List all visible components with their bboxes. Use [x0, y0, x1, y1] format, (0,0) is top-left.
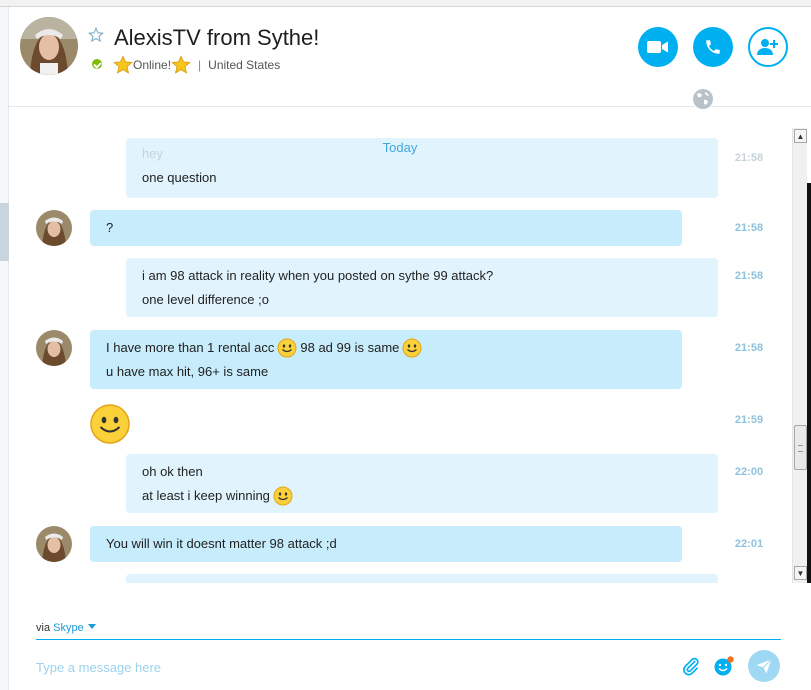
video-call-button[interactable] — [638, 27, 678, 67]
add-people-button[interactable] — [748, 27, 788, 67]
right-window-edge-top — [807, 128, 811, 183]
left-edge-marker — [0, 203, 9, 261]
via-service: Skype — [53, 622, 84, 634]
message-line: ? — [106, 220, 114, 235]
message-text: I have more than 1 rental acc — [106, 340, 275, 355]
message-line: one level difference ;o — [142, 292, 269, 307]
emoticon-icon — [714, 656, 734, 676]
composer-divider — [36, 639, 781, 640]
message-text: 98 ad 99 is same — [300, 340, 400, 355]
message-timestamp: 21:58 — [734, 222, 764, 234]
message-text: at least i keep winning — [142, 488, 270, 503]
message-line: i am 98 attack in reality when you poste… — [142, 268, 494, 283]
message-timestamp: 22:00 — [734, 466, 764, 478]
mood-separator: | — [198, 58, 202, 72]
add-person-icon — [757, 39, 778, 55]
contact-avatar-small[interactable] — [36, 526, 72, 562]
contact-avatar-small[interactable] — [36, 330, 72, 366]
message-bubble-incoming[interactable]: You will win it doesnt matter 98 attack … — [90, 526, 682, 562]
phone-icon — [706, 40, 720, 54]
menu-bar-remnant — [0, 0, 811, 7]
left-window-edge — [0, 7, 9, 690]
smile-emoticon-icon — [402, 338, 422, 358]
message-timestamp: 21:59 — [734, 414, 764, 426]
via-label: via — [36, 622, 51, 634]
large-smile-emoticon-icon — [89, 403, 131, 445]
smile-emoticon-icon — [273, 486, 293, 506]
date-divider: Today — [382, 140, 418, 155]
globe-icon[interactable] — [692, 88, 714, 110]
message-timestamp: 21:58 — [734, 270, 764, 282]
contact-location: United States — [208, 58, 281, 72]
attach-file-button[interactable] — [680, 655, 702, 677]
chevron-down-icon — [87, 624, 96, 629]
audio-call-button[interactable] — [693, 27, 733, 67]
right-window-edge — [807, 128, 811, 583]
paperclip-icon — [683, 657, 699, 676]
scroll-up-arrow-icon[interactable]: ▲ — [794, 129, 807, 143]
message-bubble-outgoing[interactable]: oh ok then at least i keep winning — [126, 454, 718, 513]
favorite-star-icon[interactable] — [88, 27, 104, 43]
message-line: one question — [142, 170, 217, 185]
star-emoticon-icon — [113, 55, 133, 75]
message-line: You will win it doesnt matter 98 attack … — [106, 536, 337, 551]
message-bubble-outgoing-partial[interactable] — [126, 574, 718, 583]
contact-name: AlexisTV from Sythe! — [114, 25, 320, 50]
message-line: I have more than 1 rental acc 98 ad 99 i… — [106, 336, 666, 360]
message-bubble-incoming[interactable]: I have more than 1 rental acc 98 ad 99 i… — [90, 330, 682, 389]
message-bubble-incoming[interactable]: ? — [90, 210, 682, 246]
message-bubble-outgoing[interactable]: i am 98 attack in reality when you poste… — [126, 258, 718, 317]
conversation-scrollbar[interactable]: ▲ ▼ — [792, 128, 807, 583]
message-line: u have max hit, 96+ is same — [106, 364, 269, 379]
scrollbar-thumb[interactable] — [794, 425, 807, 470]
message-timestamp: 21:58 — [734, 342, 764, 354]
smile-emoticon-icon — [277, 338, 297, 358]
star-emoticon-icon — [171, 55, 191, 75]
conversation-history[interactable]: hey one question Today 21:58 ? 21:58 i a… — [9, 128, 791, 583]
mood-text: Online! — [133, 58, 172, 72]
message-line: oh ok then — [142, 464, 203, 479]
message-line: at least i keep winning — [142, 484, 702, 508]
video-call-icon — [647, 41, 668, 53]
contact-avatar-small[interactable] — [36, 210, 72, 246]
skype-chat-window: AlexisTV from Sythe! Online! | United St… — [0, 0, 811, 690]
chat-header: AlexisTV from Sythe! Online! | United St… — [9, 7, 811, 107]
message-timestamp: 22:01 — [734, 538, 764, 550]
scroll-down-arrow-icon[interactable]: ▼ — [794, 566, 807, 580]
message-timestamp: 21:58 — [734, 152, 764, 164]
message-input[interactable] — [36, 652, 656, 682]
send-via-selector[interactable]: via Skype — [36, 622, 96, 634]
mood-message: Online! | United States — [113, 54, 280, 76]
send-icon — [756, 658, 772, 674]
send-button[interactable] — [748, 650, 780, 682]
contact-avatar[interactable] — [20, 17, 78, 75]
online-check-icon — [91, 58, 103, 70]
emoticons-button[interactable] — [713, 655, 735, 677]
